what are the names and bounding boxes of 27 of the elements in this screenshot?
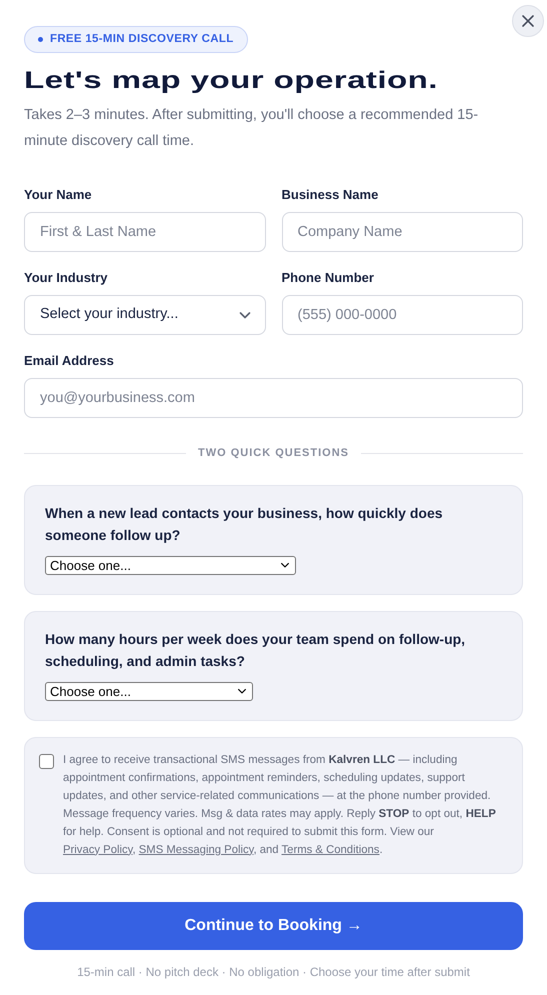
field-label: Your Name [24, 187, 93, 203]
field-label: Email Address [24, 353, 115, 369]
input-field[interactable]: Company Name [282, 212, 523, 252]
section-divider-label: TWO QUICK QUESTIONS [198, 446, 349, 461]
policy-link[interactable]: Privacy Policy [63, 844, 132, 856]
question-text: How many hours per week does your team spend on follow-up, scheduling, and admin tasks? [45, 630, 466, 671]
input-field[interactable]: you@yourbusiness.com [24, 378, 523, 418]
select-field[interactable]: Select your industry... [24, 295, 266, 335]
field-label: Phone Number [282, 270, 375, 286]
subtitle: Takes 2–3 minutes. After submitting, you'll choose a recommended 15-minute discovery call time. [24, 106, 480, 151]
close-icon [521, 14, 535, 28]
checkbox[interactable] [39, 754, 54, 768]
select-field[interactable]: Choose one... [45, 556, 296, 574]
policy-link[interactable]: Terms & Conditions [282, 844, 380, 856]
page-title: Let's map your operation. [24, 66, 439, 96]
footer-note: 15-min call · No pitch deck · No obligation · Choose your time after submit [76, 964, 471, 980]
field-label: Your Industry [24, 270, 109, 286]
policy-link[interactable]: SMS Messaging Policy [138, 844, 254, 856]
consent-text: I agree to receive transactional SMS messages from Kalvren LLC — including appointment confirmations, appointment reminders, scheduling updates, support updates, and other service-related communications — at the phone number provided. Message frequency varies. Msg & data rates may apply. Reply STOP to opt out, HELP for help. Consent is optional and not required to submit this form. View our Privacy Policy, SMS Messaging Policy, and Terms & Conditions. [63, 752, 497, 858]
input-field[interactable]: (555) 000-0000 [282, 295, 523, 335]
input-field[interactable]: First & Last Name [24, 212, 266, 252]
select-field[interactable]: Choose one... [45, 682, 253, 700]
field-label: Business Name [282, 187, 380, 203]
badge-text: FREE 15-MIN DISCOVERY CALL [50, 32, 234, 47]
question-text: When a new lead contacts your business, how quickly does someone follow up? [45, 504, 444, 545]
close-button[interactable] [512, 5, 544, 37]
submit-button[interactable]: Continue to Booking → [24, 902, 523, 950]
